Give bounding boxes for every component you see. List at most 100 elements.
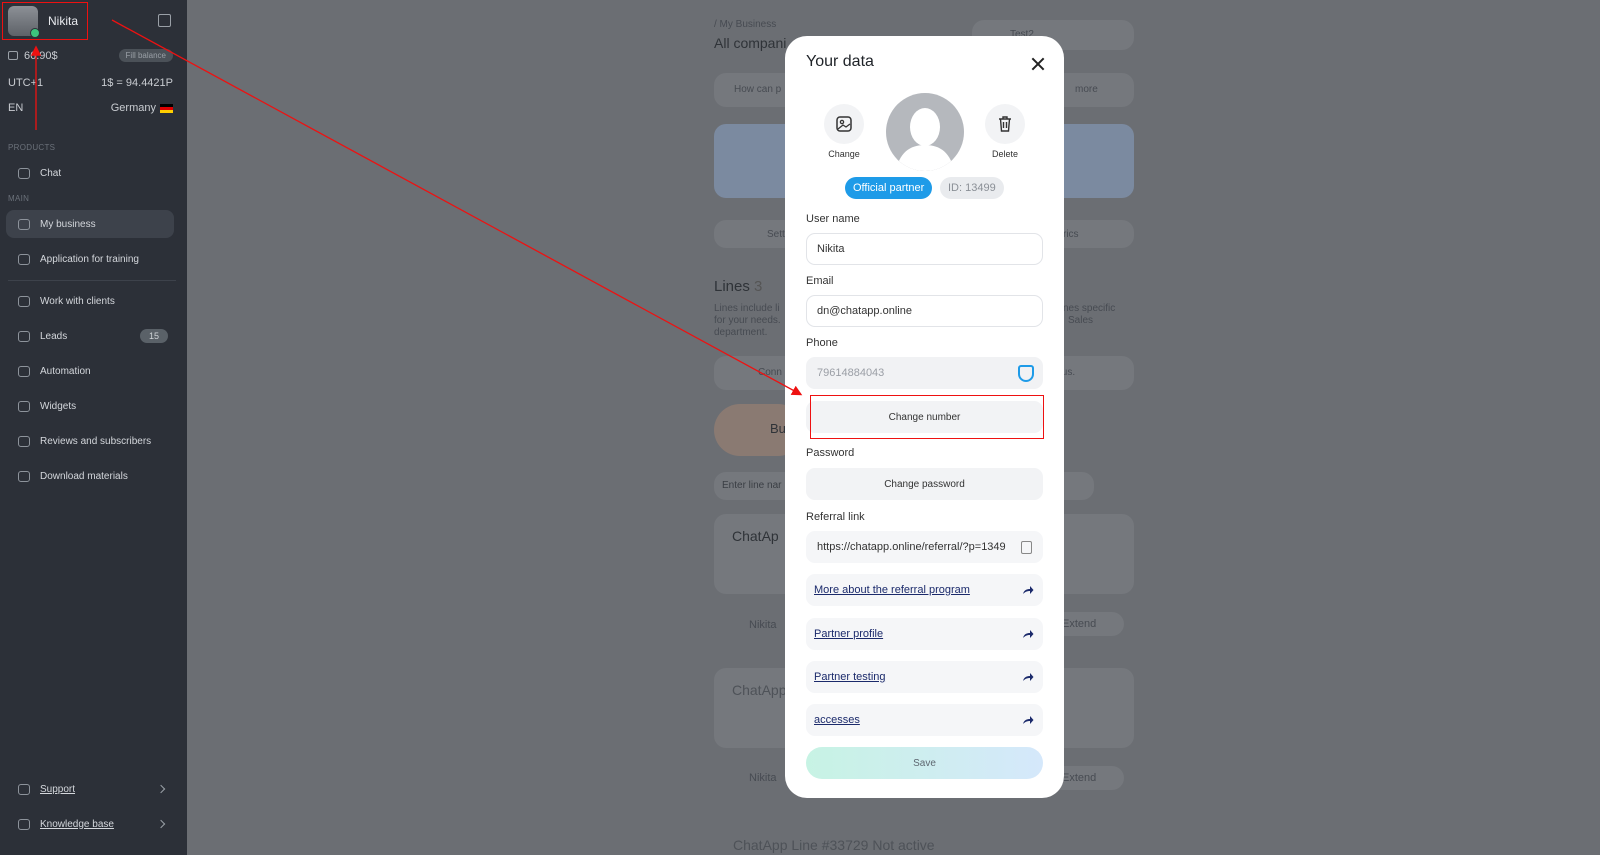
exchange-rate: 1$ = 94.4421P xyxy=(101,77,173,89)
leads-count-badge: 15 xyxy=(139,329,168,343)
image-icon xyxy=(836,116,852,132)
share-arrow-icon xyxy=(1023,630,1034,638)
extend-label: Extend xyxy=(1062,772,1097,784)
graduation-cap-icon xyxy=(18,253,30,265)
wallet-icon xyxy=(8,51,18,60)
link-label: accesses xyxy=(814,714,860,726)
annotation-arrow-to-change-number xyxy=(111,19,803,396)
official-partner-badge: Official partner xyxy=(845,177,933,199)
fill-balance-button[interactable]: Fill balance xyxy=(118,49,173,62)
sidebar-item-leads[interactable]: Leads 15 xyxy=(6,322,174,350)
sidebar-divider xyxy=(8,280,176,281)
lines-description-2: for your needs. xyxy=(714,315,781,326)
leads-icon xyxy=(18,330,30,342)
referral-link-value: https://chatapp.online/referral/?p=1349 xyxy=(817,541,1006,553)
lines-description: Lines include li xyxy=(714,303,780,314)
clients-icon xyxy=(18,295,30,307)
link-label: Partner testing xyxy=(814,671,886,683)
share-arrow-icon xyxy=(1023,673,1034,681)
sidebar-item-label: Knowledge base xyxy=(40,818,114,830)
business-icon xyxy=(18,218,30,230)
inactive-line-title: ChatApp Line #33729 Not active xyxy=(733,837,935,853)
document-icon xyxy=(18,470,30,482)
book-icon xyxy=(18,818,30,830)
line-card-title: ChatApp xyxy=(732,682,787,698)
sidebar-item-widgets[interactable]: Widgets xyxy=(6,392,174,420)
username-input[interactable]: Nikita xyxy=(806,233,1043,265)
sidebar-item-label: Reviews and subscribers xyxy=(40,435,152,447)
email-input[interactable]: dn@chatapp.online xyxy=(806,295,1043,327)
lines-count: 3 xyxy=(754,278,763,295)
lines-title-text: Lines xyxy=(714,278,750,295)
change-label: Change xyxy=(828,149,860,159)
delete-avatar-button[interactable] xyxy=(985,104,1025,144)
chevron-right-icon xyxy=(156,784,166,794)
partner-testing-link[interactable]: Partner testing xyxy=(806,661,1043,693)
sidebar-item-training[interactable]: Application for training xyxy=(6,245,174,273)
tab-settings[interactable]: Sett xyxy=(767,229,785,240)
page-title: All compani xyxy=(714,35,787,51)
email-label: Email xyxy=(806,275,834,287)
extend-label: Extend xyxy=(1062,618,1097,630)
sidebar-item-automation[interactable]: Automation xyxy=(6,357,174,385)
save-button[interactable]: Save xyxy=(806,747,1043,779)
accesses-link[interactable]: accesses xyxy=(806,704,1043,736)
country-select[interactable]: Germany xyxy=(111,102,173,114)
phone-label: Phone xyxy=(806,337,838,349)
phone-input: 79614884043 xyxy=(806,357,1043,389)
link-label: Partner profile xyxy=(814,628,884,640)
annotation-box-profile xyxy=(2,2,88,40)
referral-program-link[interactable]: More about the referral program xyxy=(806,574,1043,606)
sidebar-item-label: Leads xyxy=(40,330,68,342)
sidebar-item-download-materials[interactable]: Download materials xyxy=(6,462,174,490)
timezone-row: UTC+1 1$ = 94.4421P xyxy=(8,77,173,89)
lines-description-3: department. xyxy=(714,327,768,338)
sidebar-item-label: Chat xyxy=(40,167,62,179)
referral-label: Referral link xyxy=(806,511,865,523)
logout-icon[interactable] xyxy=(158,14,171,27)
change-password-button[interactable]: Change password xyxy=(806,468,1043,500)
sidebar-item-knowledge-base[interactable]: Knowledge base xyxy=(6,810,174,838)
username-label: User name xyxy=(806,213,860,225)
section-main: MAIN xyxy=(8,194,30,203)
search-placeholder: Enter line nar xyxy=(722,480,782,491)
breadcrumb[interactable]: / My Business xyxy=(714,19,776,30)
sidebar-item-label: Support xyxy=(40,783,76,795)
sidebar-item-label: Application for training xyxy=(40,253,139,265)
close-icon[interactable] xyxy=(1030,56,1046,72)
shield-check-icon xyxy=(1018,365,1034,382)
phone-value: 79614884043 xyxy=(817,367,885,379)
sidebar-item-chat[interactable]: Chat xyxy=(6,159,174,187)
timezone[interactable]: UTC+1 xyxy=(8,77,43,89)
automation-icon xyxy=(18,365,30,377)
chat-icon xyxy=(18,167,30,179)
sidebar-item-work-with-clients[interactable]: Work with clients xyxy=(6,287,174,315)
reviews-icon xyxy=(18,435,30,447)
buy-label: Bu xyxy=(770,421,786,436)
referral-link-input[interactable]: https://chatapp.online/referral/?p=1349 xyxy=(806,531,1043,563)
copy-icon[interactable] xyxy=(1021,541,1032,554)
support-icon xyxy=(18,783,30,795)
line-owner: Nikita xyxy=(749,772,777,784)
sidebar-item-label: Widgets xyxy=(40,400,77,412)
sidebar-item-label: Work with clients xyxy=(40,295,115,307)
tab-metrics[interactable]: rics xyxy=(1063,229,1079,240)
language-select[interactable]: EN xyxy=(8,102,23,114)
partner-profile-link[interactable]: Partner profile xyxy=(806,618,1043,650)
trash-icon xyxy=(999,116,1011,132)
sidebar-item-reviews[interactable]: Reviews and subscribers xyxy=(6,427,174,455)
password-label: Password xyxy=(806,447,855,459)
language-row: EN Germany xyxy=(8,102,173,114)
change-avatar-button[interactable] xyxy=(824,104,864,144)
line-owner: Nikita xyxy=(749,619,777,631)
more-link[interactable]: more xyxy=(1075,84,1098,95)
lines-description-right: nes specific xyxy=(1063,303,1116,314)
sidebar-item-label: My business xyxy=(40,218,96,230)
delete-label: Delete xyxy=(991,149,1018,159)
sidebar-item-my-business[interactable]: My business xyxy=(6,210,174,238)
user-id-badge: ID: 13499 xyxy=(940,177,1004,199)
chevron-right-icon xyxy=(156,819,166,829)
sidebar-item-support[interactable]: Support xyxy=(6,775,174,803)
lines-description-right-2: Sales xyxy=(1068,315,1094,326)
sidebar-item-label: Download materials xyxy=(40,470,128,482)
